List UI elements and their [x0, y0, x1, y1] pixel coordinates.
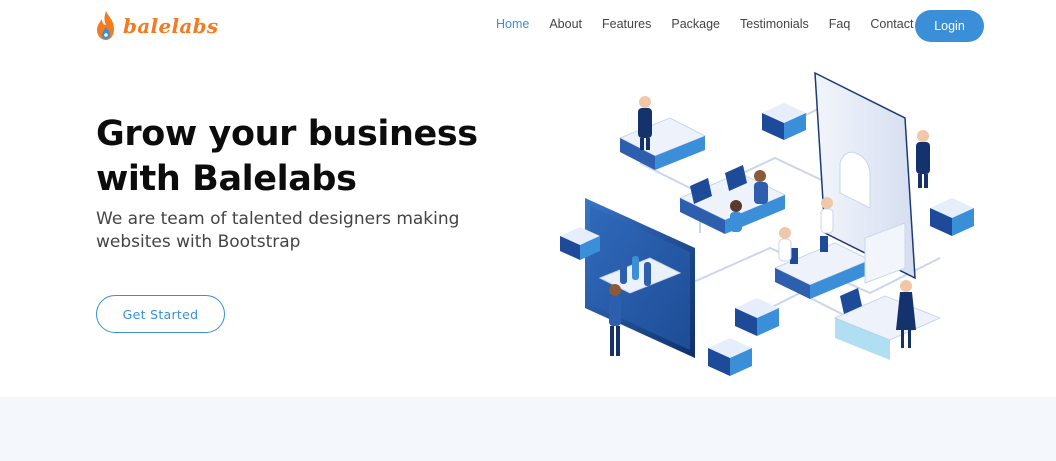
login-button[interactable]: Login: [915, 10, 984, 42]
hero-illustration: [560, 71, 974, 376]
nav-link-contact[interactable]: Contact: [870, 17, 913, 31]
get-started-button[interactable]: Get Started: [96, 295, 225, 333]
nav-link-about[interactable]: About: [549, 17, 582, 31]
main-nav: Home About Features Package Testimonials…: [496, 17, 933, 31]
next-section-band: [0, 397, 1056, 461]
nav-link-testimonials[interactable]: Testimonials: [740, 17, 809, 31]
hero-subtitle: We are team of talented designers making…: [96, 209, 460, 252]
site-header: balelabs Home About Features Package Tes…: [0, 0, 1056, 54]
hero-title: Grow your business with Balelabs: [96, 114, 478, 199]
logo[interactable]: balelabs: [94, 10, 218, 42]
flame-icon: [97, 11, 114, 40]
nav-link-package[interactable]: Package: [671, 17, 720, 31]
nav-link-home[interactable]: Home: [496, 17, 529, 31]
nav-link-features[interactable]: Features: [602, 17, 651, 31]
nav-link-faq[interactable]: Faq: [829, 17, 851, 31]
brand-name: balelabs: [123, 14, 219, 38]
